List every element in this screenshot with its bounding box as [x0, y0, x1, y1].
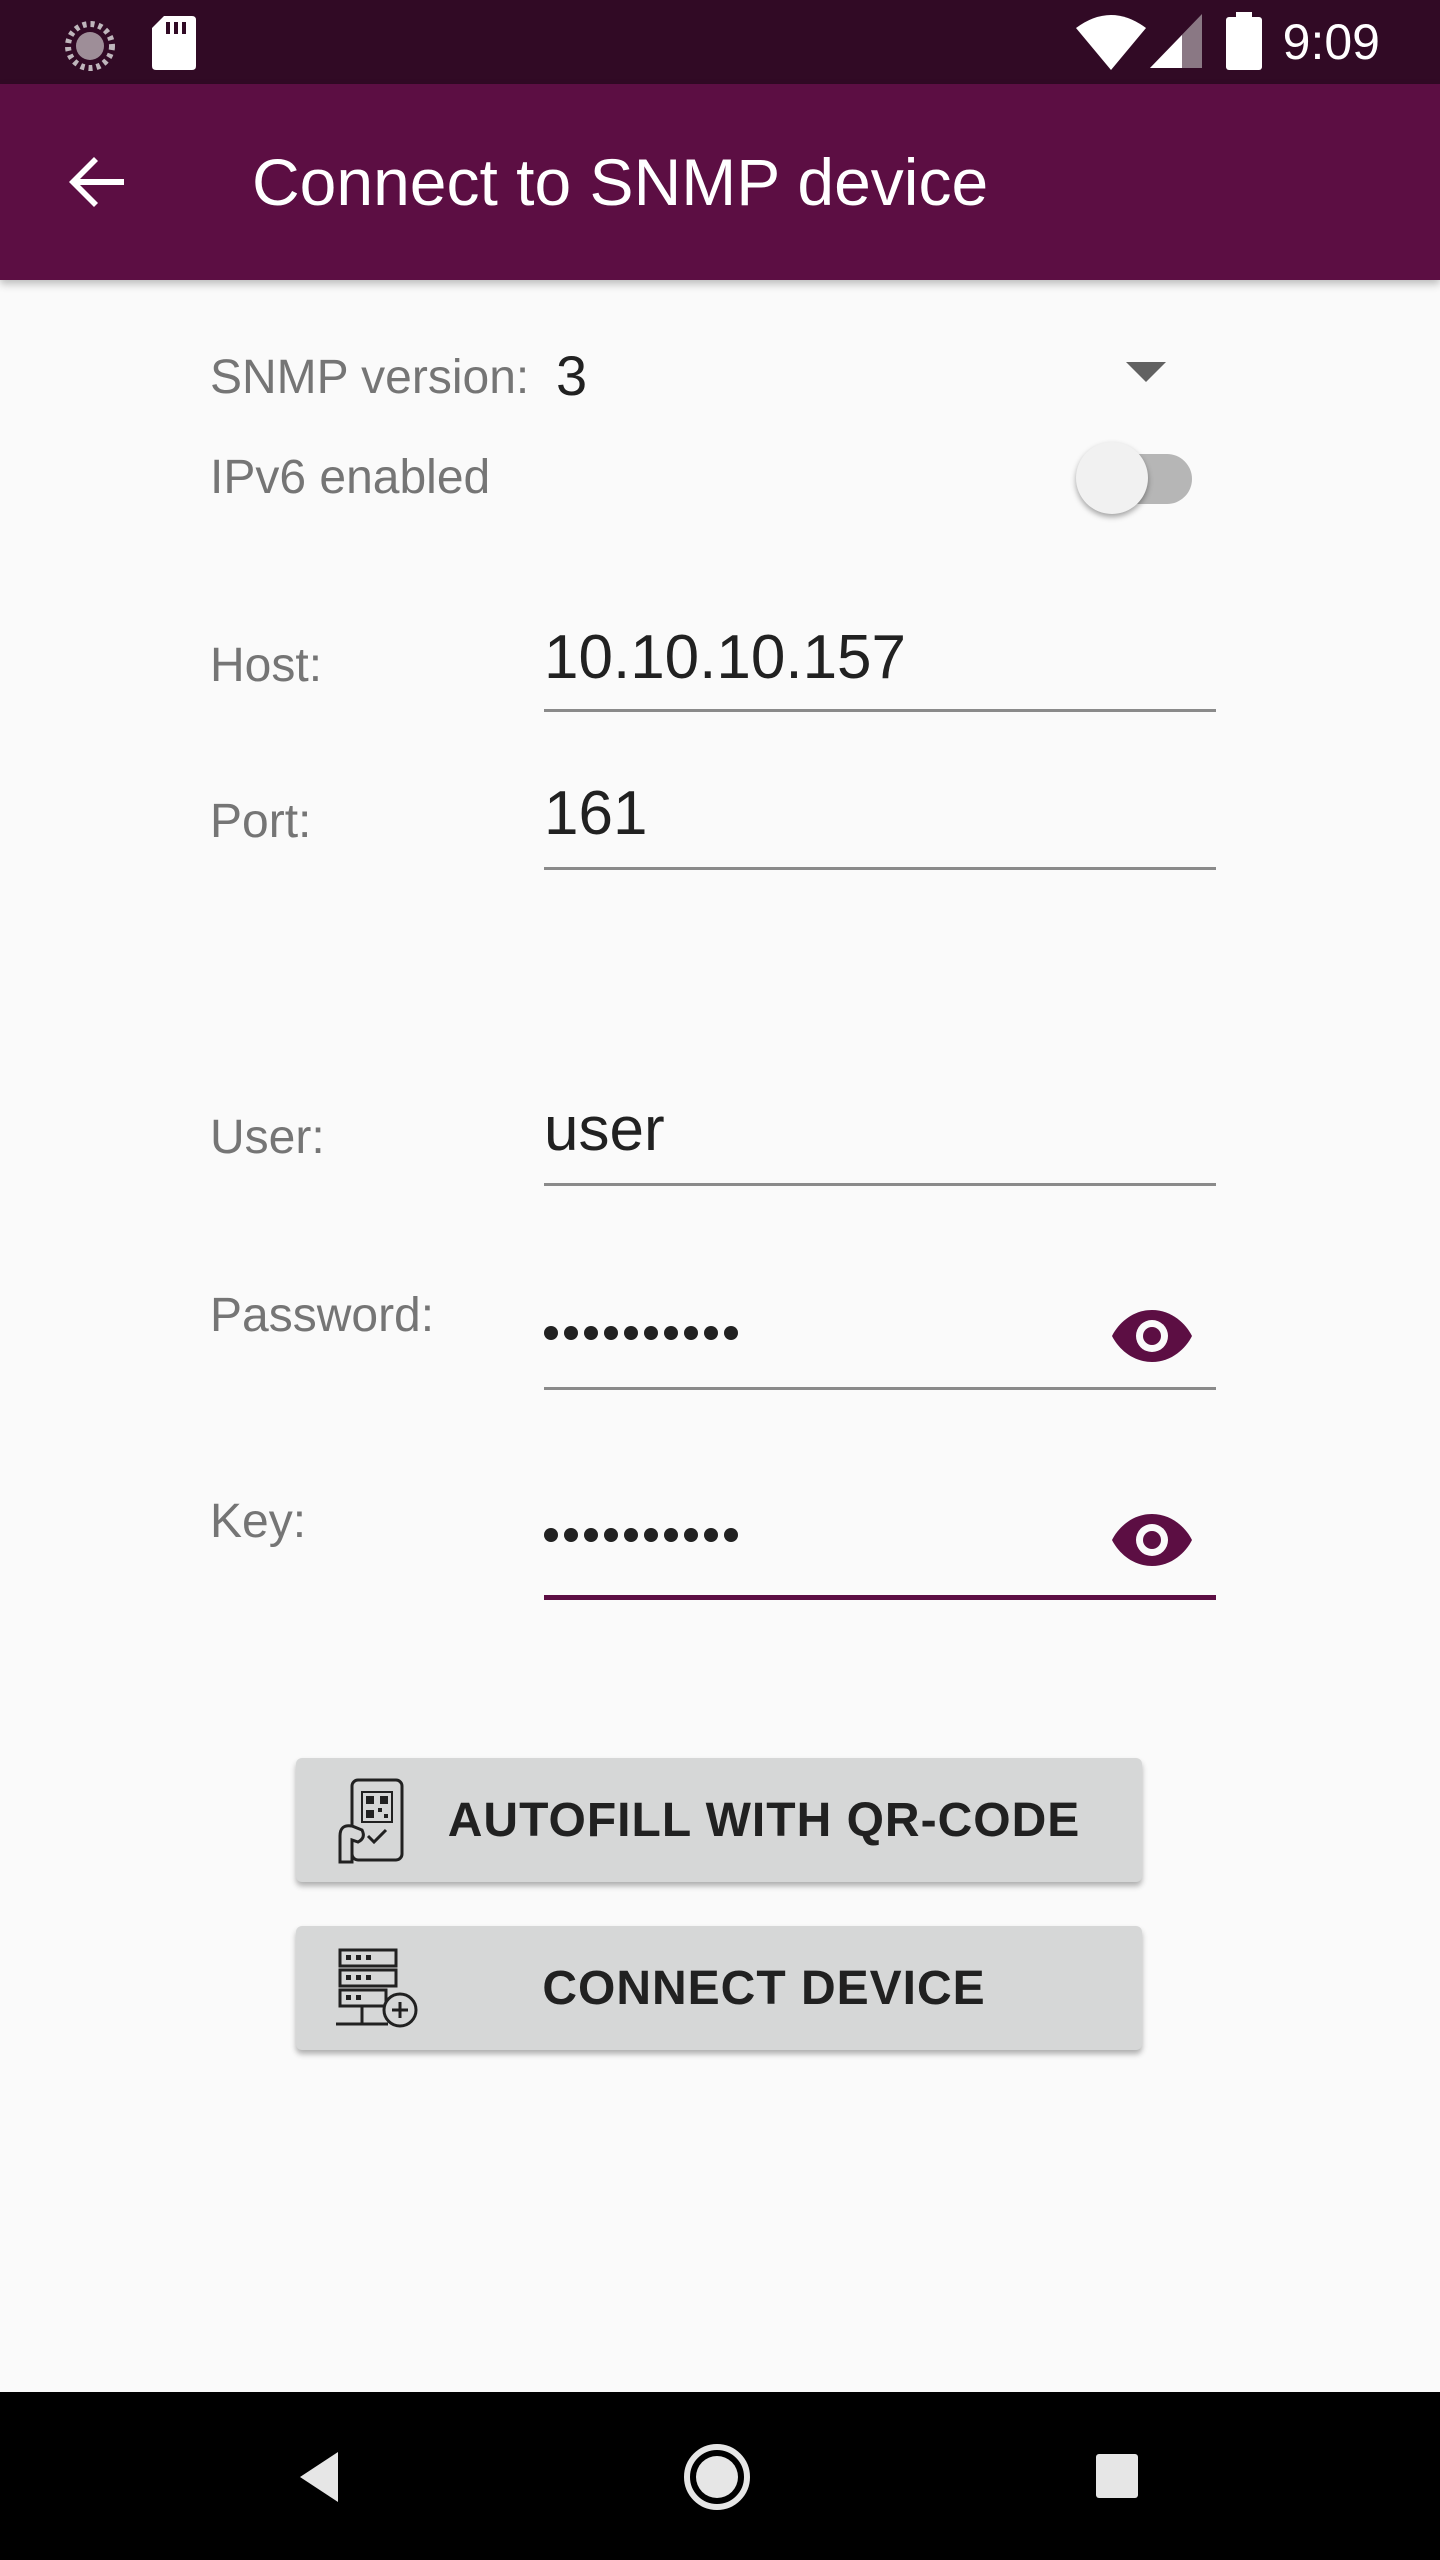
- ipv6-label: IPv6 enabled: [210, 451, 491, 504]
- host-field[interactable]: 10.10.10.157: [544, 612, 1216, 712]
- host-label: Host:: [210, 639, 323, 692]
- key-field[interactable]: [544, 1498, 1216, 1600]
- autofill-qr-button[interactable]: AUTOFILL WITH QR-CODE: [296, 1758, 1142, 1882]
- battery-icon: [1226, 12, 1262, 70]
- password-field[interactable]: [544, 1290, 1216, 1390]
- autofill-qr-label: AUTOFILL WITH QR-CODE: [447, 1793, 1081, 1847]
- key-masked-value[interactable]: [544, 1528, 738, 1542]
- cell-signal-icon: [1150, 14, 1202, 68]
- nav-recents-icon[interactable]: [1096, 2454, 1138, 2498]
- port-label: Port:: [210, 795, 312, 848]
- eye-icon: [1112, 1514, 1192, 1566]
- status-time: 9:09: [1282, 14, 1380, 70]
- password-masked-value[interactable]: [544, 1326, 738, 1340]
- arrow-back-icon: [69, 157, 124, 207]
- key-underline: [544, 1595, 1216, 1600]
- user-underline: [544, 1183, 1216, 1186]
- host-underline: [544, 709, 1216, 712]
- connect-device-button[interactable]: CONNECT DEVICE: [296, 1926, 1142, 2050]
- password-label: Password:: [210, 1289, 435, 1342]
- user-input-value[interactable]: user: [544, 1094, 665, 1166]
- connect-device-label: CONNECT DEVICE: [542, 1961, 986, 2015]
- status-bar: 9:09: [0, 0, 1440, 84]
- wifi-icon: [1076, 15, 1146, 70]
- user-label: User:: [210, 1111, 325, 1164]
- user-field[interactable]: user: [544, 1086, 1216, 1186]
- eye-icon: [1112, 1310, 1192, 1362]
- password-visibility-toggle[interactable]: [1110, 1294, 1194, 1378]
- system-nav-bar: [0, 2392, 1440, 2560]
- dropdown-arrow-icon[interactable]: [1126, 362, 1166, 382]
- key-visibility-toggle[interactable]: [1110, 1498, 1194, 1582]
- password-underline: [544, 1387, 1216, 1390]
- back-button[interactable]: [56, 140, 140, 224]
- host-input-value[interactable]: 10.10.10.157: [544, 622, 906, 694]
- key-label: Key:: [210, 1495, 307, 1548]
- port-field[interactable]: 161: [544, 770, 1216, 870]
- nav-home-icon[interactable]: [682, 2442, 752, 2512]
- page-title: Connect to SNMP device: [252, 145, 989, 219]
- ipv6-toggle-thumb[interactable]: [1076, 442, 1148, 514]
- snmp-version-label: SNMP version:: [210, 351, 530, 404]
- sd-card-icon: [152, 16, 196, 70]
- nav-back-icon[interactable]: [296, 2450, 344, 2504]
- snmp-version-select[interactable]: 3: [556, 344, 587, 408]
- app-bar: Connect to SNMP device: [0, 84, 1440, 280]
- port-input-value[interactable]: 161: [544, 778, 647, 850]
- port-underline: [544, 867, 1216, 870]
- sync-icon: [65, 21, 115, 71]
